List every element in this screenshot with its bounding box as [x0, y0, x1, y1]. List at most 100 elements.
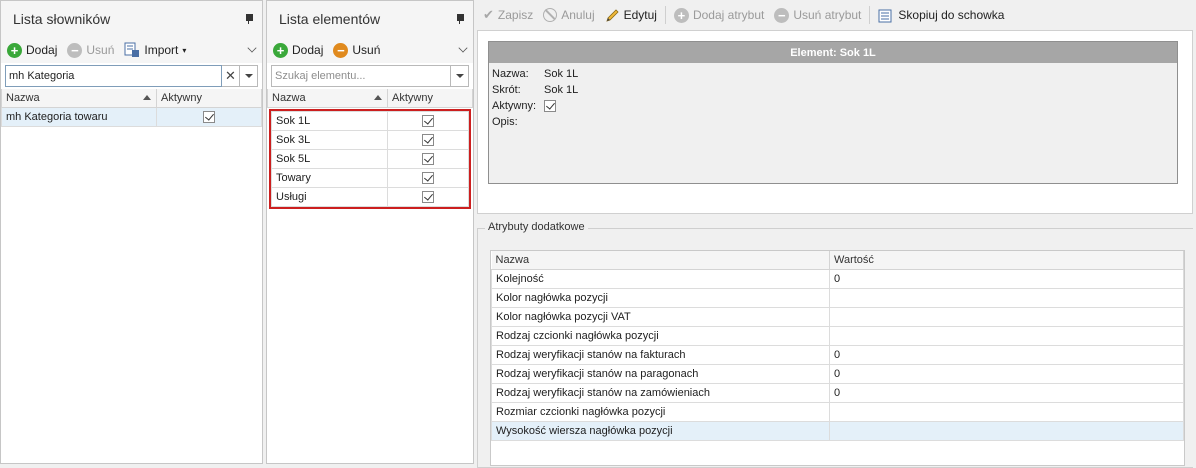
import-button[interactable]: Import ▾ [124, 42, 186, 58]
row-name: Usługi [272, 187, 388, 206]
add-dictionary-button[interactable]: + Dodaj [7, 43, 57, 58]
active-checkbox[interactable] [422, 153, 434, 165]
plus-icon: + [273, 43, 288, 58]
table-row[interactable]: mh Kategoria towaru [2, 107, 262, 126]
dictionary-table: Nazwa Aktywny mh Kategoria towaru [1, 89, 262, 127]
row-name: mh Kategoria towaru [2, 107, 157, 126]
attributes-table: Nazwa Wartość Kolejność0 Kolor nagłówka … [491, 251, 1184, 441]
search-dropdown-button[interactable] [451, 65, 469, 87]
element-list-header: Lista elementów [267, 1, 473, 37]
remove-dictionary-button[interactable]: − Usuń [67, 43, 114, 58]
attr-value[interactable] [830, 288, 1184, 307]
column-header-active[interactable]: Aktywny [157, 89, 262, 107]
column-header-name[interactable]: Nazwa [492, 251, 830, 269]
dictionary-search: mh Kategoria ✕ [5, 65, 258, 87]
table-row[interactable]: Sok 3L [272, 130, 469, 149]
dictionary-toolbar: + Dodaj − Usuń Import ▾ [1, 37, 262, 63]
column-header-name[interactable]: Nazwa [268, 89, 388, 107]
attr-value[interactable]: 0 [830, 269, 1184, 288]
attr-name: Kolor nagłówka pozycji VAT [492, 307, 830, 326]
table-row[interactable]: Kolor nagłówka pozycji VAT [492, 307, 1184, 326]
pin-icon[interactable] [456, 14, 463, 24]
column-header-active[interactable]: Aktywny [388, 89, 473, 107]
save-button[interactable]: ✔ Zapisz [483, 7, 533, 23]
element-rows-table: Sok 1L Sok 3L Sok 5L Towary Usługi [271, 111, 469, 207]
add-element-button[interactable]: + Dodaj [273, 43, 323, 58]
attr-value[interactable] [830, 307, 1184, 326]
cancel-button[interactable]: Anuluj [543, 8, 594, 22]
active-checkbox[interactable] [203, 111, 215, 123]
copy-to-clipboard-button[interactable]: Skopiuj do schowka [878, 8, 1004, 23]
chevron-down-icon[interactable] [247, 43, 256, 52]
element-name-value: Sok 1L [544, 68, 578, 80]
additional-attributes: Atrybuty dodatkowe Nazwa Wartość Kolejno… [477, 214, 1193, 464]
element-search: Szukaj elementu... [271, 65, 469, 87]
column-header-value[interactable]: Wartość [830, 251, 1184, 269]
attr-name: Rodzaj weryfikacji stanów na fakturach [492, 345, 830, 364]
element-description-row: Opis: [489, 114, 1177, 130]
row-name: Towary [272, 168, 388, 187]
element-search-input[interactable]: Szukaj elementu... [271, 65, 451, 87]
table-row[interactable]: Usługi [272, 187, 469, 206]
dropdown-arrow-icon [456, 74, 464, 78]
attr-value[interactable]: 0 [830, 345, 1184, 364]
attr-value[interactable]: 0 [830, 364, 1184, 383]
table-row[interactable]: Rodzaj czcionki nagłówka pozycji [492, 326, 1184, 345]
toolbar-separator [869, 6, 870, 24]
table-row[interactable]: Sok 5L [272, 149, 469, 168]
element-header: Element: Sok 1L [489, 42, 1177, 63]
element-name-row: Nazwa: Sok 1L [489, 66, 1177, 82]
pencil-icon [605, 8, 620, 23]
search-dropdown-button[interactable] [240, 65, 258, 87]
attr-value[interactable] [830, 421, 1184, 440]
dictionary-search-input[interactable]: mh Kategoria [5, 65, 222, 87]
table-row[interactable]: Sok 1L [272, 111, 469, 130]
attr-name: Kolor nagłówka pozycji [492, 288, 830, 307]
row-name: Sok 5L [272, 149, 388, 168]
attr-name: Wysokość wiersza nagłówka pozycji [492, 421, 830, 440]
element-toolbar: + Dodaj − Usuń [267, 37, 473, 63]
active-checkbox[interactable] [422, 115, 434, 127]
table-row[interactable]: Rozmiar czcionki nagłówka pozycji [492, 402, 1184, 421]
element-short-value: Sok 1L [544, 84, 578, 96]
panel-title: Lista słowników [13, 11, 110, 27]
table-row[interactable]: Rodzaj weryfikacji stanów na paragonach0 [492, 364, 1184, 383]
edit-button[interactable]: Edytuj [605, 8, 657, 23]
remove-attribute-button[interactable]: − Usuń atrybut [774, 8, 861, 23]
plus-icon: + [674, 8, 689, 23]
minus-icon: − [774, 8, 789, 23]
attr-value[interactable]: 0 [830, 383, 1184, 402]
element-active-checkbox[interactable] [544, 100, 556, 112]
element-table: Nazwa Aktywny [267, 89, 473, 108]
chevron-down-icon[interactable] [458, 43, 467, 52]
element-card: Element: Sok 1L Nazwa: Sok 1L Skrót: Sok… [488, 41, 1178, 184]
attr-value[interactable] [830, 326, 1184, 345]
attr-name: Kolejność [492, 269, 830, 288]
element-details-toolbar: ✔ Zapisz Anuluj Edytuj + Dodaj atrybut −… [477, 0, 1196, 30]
add-attribute-button[interactable]: + Dodaj atrybut [674, 8, 764, 23]
minus-icon: − [67, 43, 82, 58]
attr-value[interactable] [830, 402, 1184, 421]
active-checkbox[interactable] [422, 191, 434, 203]
sort-ascending-icon [143, 95, 151, 100]
clear-search-button[interactable]: ✕ [222, 65, 240, 87]
table-row[interactable]: Kolejność0 [492, 269, 1184, 288]
table-row[interactable]: Rodzaj weryfikacji stanów na zamówieniac… [492, 383, 1184, 402]
attributes-group-label: Atrybuty dodatkowe [485, 221, 588, 233]
active-checkbox[interactable] [422, 134, 434, 146]
table-row[interactable]: Towary [272, 168, 469, 187]
table-row[interactable]: Rodzaj weryfikacji stanów na fakturach0 [492, 345, 1184, 364]
check-icon: ✔ [483, 7, 494, 23]
minus-icon: − [333, 43, 348, 58]
element-details: Element: Sok 1L Nazwa: Sok 1L Skrót: Sok… [477, 30, 1193, 214]
clipboard-icon [878, 8, 894, 23]
table-row[interactable]: Kolor nagłówka pozycji [492, 288, 1184, 307]
column-header-name[interactable]: Nazwa [2, 89, 157, 107]
row-name: Sok 1L [272, 111, 388, 130]
attr-name: Rodzaj weryfikacji stanów na zamówieniac… [492, 383, 830, 402]
import-icon [124, 42, 140, 58]
remove-element-button[interactable]: − Usuń [333, 43, 380, 58]
table-row[interactable]: Wysokość wiersza nagłówka pozycji [492, 421, 1184, 440]
active-checkbox[interactable] [422, 172, 434, 184]
pin-icon[interactable] [245, 14, 252, 24]
